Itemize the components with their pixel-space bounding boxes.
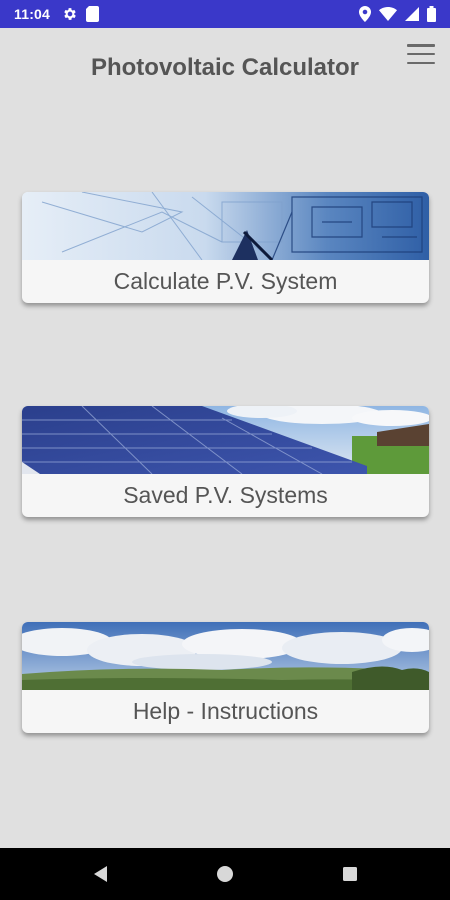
wifi-icon [379,7,397,21]
saved-pv-systems-button[interactable]: Saved P.V. Systems [22,406,429,517]
status-time: 11:04 [14,6,51,22]
card-label: Saved P.V. Systems [123,482,328,508]
recent-apps-icon[interactable] [340,864,360,884]
card-label: Help - Instructions [132,698,319,724]
gear-icon [62,6,78,22]
sd-card-icon [86,6,100,22]
status-bar: 11:04 [0,0,450,28]
help-instructions-button[interactable]: Help - Instructions [22,622,429,733]
home-icon[interactable] [215,864,235,884]
landscape-image [22,622,429,690]
calculate-pv-system-button[interactable]: Calculate P.V. System [22,192,429,303]
back-icon[interactable] [91,864,111,884]
location-icon [359,6,371,22]
signal-icon [405,7,419,21]
hamburger-menu-icon[interactable] [406,42,436,66]
status-right-icons [359,6,436,22]
solar-panels-image [22,406,429,474]
card-label: Calculate P.V. System [113,268,338,294]
blueprint-image [22,192,429,260]
page-title: Photovoltaic Calculator [90,54,360,81]
status-left-icons [62,6,100,22]
app-area: Photovoltaic Calculator Calculate P.V. S… [0,28,450,848]
navigation-bar [0,848,450,900]
battery-icon [427,6,436,22]
